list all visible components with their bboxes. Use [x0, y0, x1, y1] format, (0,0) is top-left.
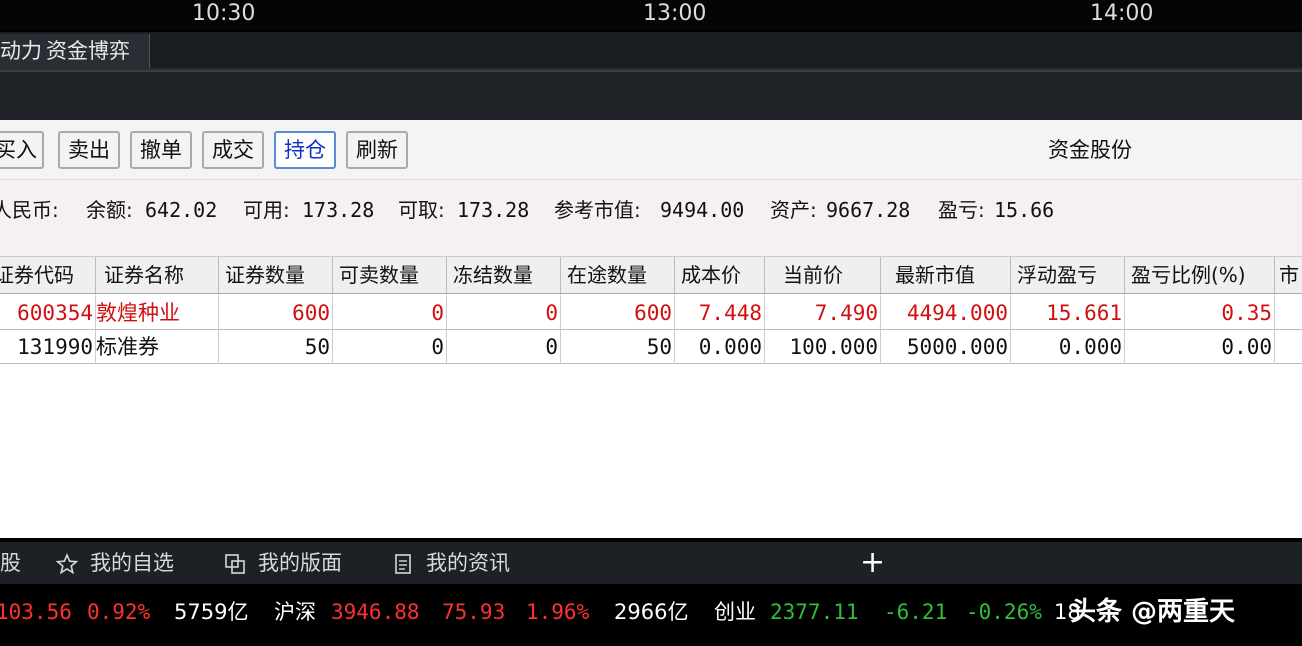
index-c-percent: -0.26%: [966, 600, 1042, 624]
cell-pnl-ratio: 0.00: [1125, 330, 1275, 364]
deals-button[interactable]: 成交: [202, 131, 264, 169]
sell-button[interactable]: 卖出: [58, 131, 120, 169]
col-header-cost-price[interactable]: 成本价: [675, 257, 765, 295]
cell-sellable: 0: [333, 330, 447, 364]
add-icon[interactable]: +: [860, 542, 885, 584]
index-c-value: 2377.11: [770, 600, 859, 624]
available-label: 可用:: [243, 198, 290, 222]
watermark: 头条 @两重天: [1070, 597, 1236, 627]
index-b-volume: 2966亿: [614, 600, 689, 624]
header-band: [0, 70, 1302, 120]
pnl-value: 15.66: [994, 198, 1055, 222]
cell-cost-price: 0.000: [675, 330, 765, 364]
cell-sellable: 0: [333, 296, 447, 330]
nav-my-news-label: 我的资讯: [426, 551, 510, 575]
col-header-pnl-ratio[interactable]: 盈亏比例(%): [1125, 257, 1275, 295]
indicator-tabs: 动力 资金博弈: [0, 32, 1302, 70]
cell-name: 敦煌种业: [96, 296, 219, 330]
trade-toolbar: 买入 卖出 撤单 成交 持仓 刷新 资金股份: [0, 120, 1302, 180]
pnl-label: 盈亏:: [938, 198, 985, 222]
nav-stocks[interactable]: 股: [0, 542, 21, 584]
col-header-in-transit[interactable]: 在途数量: [561, 257, 675, 295]
index-ticker: 103.56 0.92% 5759亿 沪深 3946.88 75.93 1.96…: [0, 584, 1302, 646]
cell-market-value: 5000.000: [881, 330, 1011, 364]
col-header-market[interactable]: 市: [1275, 257, 1302, 295]
withdrawable-value: 173.28: [457, 198, 530, 222]
time-label: 10:30: [192, 1, 256, 26]
layout-icon: [225, 554, 245, 574]
cell-frozen: 0: [447, 330, 561, 364]
buy-button[interactable]: 买入: [0, 131, 44, 169]
index-a-volume: 5759亿: [174, 600, 249, 624]
cell-current-price: 100.000: [765, 330, 881, 364]
cell-current-price: 7.490: [765, 296, 881, 330]
table-row[interactable]: 131990 标准券 50 0 0 50 0.000 100.000 5000.…: [0, 330, 1302, 364]
cell-in-transit: 50: [561, 330, 675, 364]
index-c-name: 创业: [714, 600, 756, 624]
document-icon: [395, 554, 411, 574]
cell-floating-pnl: 15.661: [1011, 296, 1125, 330]
time-label: 13:00: [643, 1, 707, 26]
cell-pnl-ratio: 0.35: [1125, 296, 1275, 330]
star-icon: [56, 553, 78, 575]
time-label: 14:00: [1090, 1, 1154, 26]
cell-quantity: 50: [219, 330, 333, 364]
cell-quantity: 600: [219, 296, 333, 330]
tab-fund-game[interactable]: 资金博弈: [40, 34, 150, 68]
cell-cost-price: 7.448: [675, 296, 765, 330]
cell-code: 131990: [0, 330, 96, 364]
ref-value-value: 9494.00: [660, 198, 745, 222]
available-value: 173.28: [302, 198, 375, 222]
account-summary: 人民币: 余额: 642.02 可用: 173.28 可取: 173.28 参考…: [0, 180, 1302, 256]
assets-label: 资产:: [770, 198, 817, 222]
table-row[interactable]: 600354 敦煌种业 600 0 0 600 7.448 7.490 4494…: [0, 296, 1302, 330]
index-b-name: 沪深: [274, 600, 316, 624]
nav-my-news[interactable]: 我的资讯: [392, 542, 510, 584]
cell-in-transit: 600: [561, 296, 675, 330]
nav-my-layout[interactable]: 我的版面: [224, 542, 342, 584]
positions-table-header: 证券代码 证券名称 证券数量 可卖数量 冻结数量 在途数量 成本价 当前价 最新…: [0, 256, 1302, 295]
nav-my-layout-label: 我的版面: [258, 551, 342, 575]
cell-name: 标准券: [96, 330, 219, 364]
cell-code: 600354: [0, 296, 96, 330]
col-header-quantity[interactable]: 证券数量: [219, 257, 333, 295]
index-a-value: 103.56: [0, 600, 72, 624]
bottom-nav: 股 我的自选 我的版面 我的资讯 +: [0, 542, 1302, 584]
balance-label: 余额:: [86, 198, 133, 222]
col-header-code[interactable]: 证券代码: [0, 257, 96, 295]
currency-label: 人民币:: [0, 198, 59, 222]
balance-value: 642.02: [145, 198, 218, 222]
col-header-sellable[interactable]: 可卖数量: [333, 257, 447, 295]
cell-market-value: 4494.000: [881, 296, 1011, 330]
nav-watchlist-label: 我的自选: [90, 551, 174, 575]
assets-value: 9667.28: [826, 198, 911, 222]
ref-value-label: 参考市值:: [554, 198, 641, 222]
cancel-order-button[interactable]: 撤单: [130, 131, 192, 169]
trading-panel: 买入 卖出 撤单 成交 持仓 刷新 资金股份 人民币: 余额: 642.02 可…: [0, 120, 1302, 538]
index-b-change: 75.93: [442, 600, 506, 624]
nav-watchlist[interactable]: 我的自选: [56, 542, 174, 584]
col-header-market-value[interactable]: 最新市值: [881, 257, 1011, 295]
time-axis: 10:30 13:00 14:00: [0, 0, 1302, 30]
cell-frozen: 0: [447, 296, 561, 330]
index-b-value: 3946.88: [331, 600, 420, 624]
col-header-current-price[interactable]: 当前价: [765, 257, 881, 295]
index-a-percent: 0.92%: [87, 600, 151, 624]
positions-button[interactable]: 持仓: [274, 131, 336, 169]
col-header-floating-pnl[interactable]: 浮动盈亏: [1011, 257, 1125, 295]
col-header-frozen[interactable]: 冻结数量: [447, 257, 561, 295]
col-header-name[interactable]: 证券名称: [96, 257, 219, 295]
index-b-percent: 1.96%: [526, 600, 590, 624]
refresh-button[interactable]: 刷新: [346, 131, 408, 169]
fund-shares-label: 资金股份: [1048, 138, 1132, 162]
withdrawable-label: 可取:: [398, 198, 445, 222]
index-c-change: -6.21: [884, 600, 948, 624]
cell-floating-pnl: 0.000: [1011, 330, 1125, 364]
